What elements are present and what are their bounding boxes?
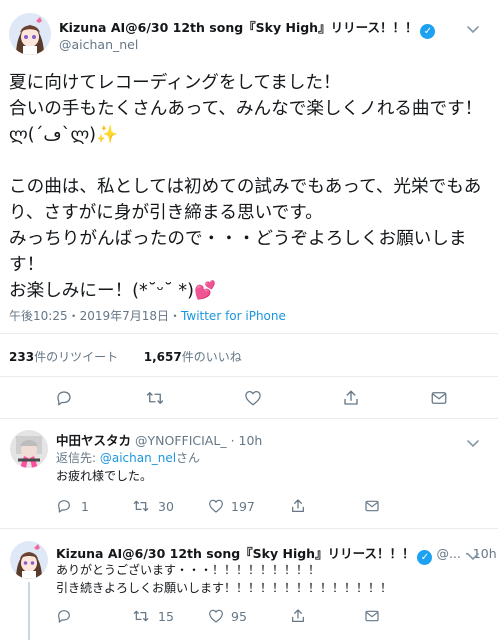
reply-header: 中田ヤスタカ @YNOFFICIAL_ · 10h (56, 430, 262, 449)
reply-like-button[interactable]: 197 (208, 498, 255, 514)
reply-retweet-count: 15 (158, 608, 174, 624)
reply-body-text: ありがとうございます・・・！！！！！！！！！ 引き続きよろしくお願いします！！！… (56, 563, 393, 595)
reply-time[interactable]: · 10h (231, 433, 263, 448)
reply-icon (57, 391, 71, 406)
reply-reply-button[interactable] (56, 608, 72, 624)
reply-like-button[interactable]: 95 (208, 608, 247, 624)
verified-badge-icon: ✓ (420, 24, 436, 39)
reply-like-count: 197 (231, 498, 255, 514)
avatar-image (10, 541, 48, 579)
reply-author-handle[interactable]: @... (436, 546, 460, 561)
like-button[interactable] (244, 389, 262, 407)
tweet-source-link[interactable]: Twitter for iPhone (181, 309, 286, 323)
divider (0, 418, 498, 419)
reply-retweet-button[interactable]: 15 (132, 608, 174, 624)
retweet-count: 233 (9, 350, 35, 364)
reply-body-text: お疲れ様でした。 (56, 469, 153, 483)
retweet-label: 件のリツイート (34, 350, 119, 364)
replying-to-suffix: さん (176, 451, 201, 465)
retweet-button[interactable] (145, 389, 165, 407)
tweet-timestamp[interactable]: 午後10:25・2019年7月18日・ (9, 309, 181, 323)
avatar-image (9, 13, 51, 55)
more-options-chevron-icon[interactable] (466, 20, 480, 39)
like-stat[interactable]: 1,657件のいいね (144, 350, 242, 364)
reply-avatar[interactable] (10, 541, 48, 579)
avatar-image (10, 430, 48, 468)
heart-icon (209, 499, 223, 513)
author-handle[interactable]: @aichan_nel (59, 37, 138, 52)
retweet-icon (133, 500, 149, 512)
author-name-row[interactable]: Kizuna AI@6/30 12th song『Sky High』リリース！！… (59, 17, 436, 39)
divider (0, 376, 498, 377)
retweet-icon (146, 392, 164, 404)
share-button[interactable] (342, 389, 360, 407)
reply-author-name[interactable]: 中田ヤスタカ (56, 433, 131, 448)
reply-reply-button[interactable]: 1 (56, 498, 89, 514)
like-count: 1,657 (143, 350, 182, 364)
tweet-stats: 233件のリツイート 1,657件のいいね (9, 348, 242, 365)
reply-icon (58, 500, 70, 513)
share-icon (292, 609, 304, 622)
replying-to: 返信先: @aichan_nelさん (56, 449, 200, 466)
reply-more-chevron-icon[interactable] (466, 434, 480, 453)
replying-to-handle[interactable]: @aichan_nel (100, 451, 176, 465)
envelope-icon (365, 500, 379, 512)
reply-avatar[interactable] (10, 430, 48, 468)
tweet-timestamp-row: 午後10:25・2019年7月18日・Twitter for iPhone (9, 307, 286, 324)
reply-author-name[interactable]: Kizuna AI@6/30 12th song『Sky High』リリース！！… (56, 546, 414, 561)
replying-to-prefix: 返信先: (56, 451, 100, 465)
retweet-stat[interactable]: 233件のリツイート (9, 350, 118, 364)
reply-retweet-count: 30 (158, 498, 174, 514)
thread-line (28, 582, 30, 640)
retweet-icon (133, 610, 149, 622)
reply-dm-button[interactable] (364, 498, 380, 514)
envelope-icon (365, 610, 379, 622)
divider (0, 528, 498, 529)
reply-button[interactable] (55, 389, 73, 407)
reply-reply-count: 1 (81, 498, 89, 514)
reply-icon (58, 610, 70, 623)
share-icon (344, 390, 358, 405)
reply-share-button[interactable] (290, 608, 306, 624)
reply-like-count: 95 (231, 608, 247, 624)
reply-author-handle[interactable]: @YNOFFICIAL_ (135, 433, 227, 448)
heart-icon (245, 390, 261, 406)
heart-icon (209, 609, 223, 623)
reply-share-button[interactable] (290, 498, 306, 514)
envelope-icon (431, 392, 447, 404)
divider (0, 333, 498, 334)
tweet-body-text: 夏に向けてレコーディングをしてました！ 合いの手もたくさんあって、みんなで楽しく… (9, 73, 483, 301)
author-display-name[interactable]: Kizuna AI@6/30 12th song『Sky High』リリース！！… (59, 20, 417, 35)
dm-button[interactable] (430, 389, 448, 407)
reply-retweet-button[interactable]: 30 (132, 498, 174, 514)
share-icon (292, 499, 304, 512)
like-label: 件のいいね (181, 350, 242, 364)
reply-dm-button[interactable] (364, 608, 380, 624)
author-avatar[interactable] (9, 13, 51, 55)
